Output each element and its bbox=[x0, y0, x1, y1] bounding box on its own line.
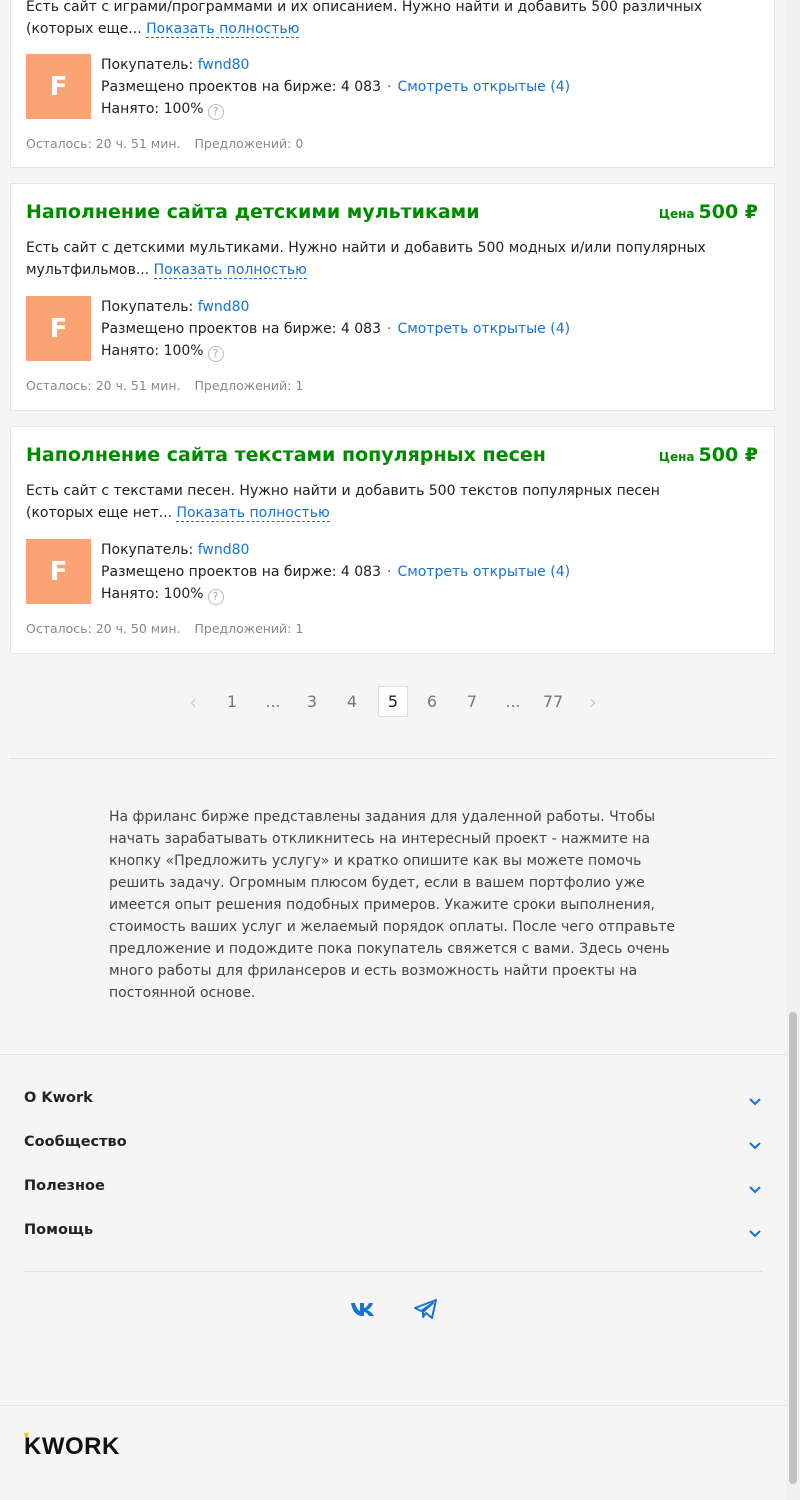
page-link[interactable]: 3 bbox=[297, 686, 327, 717]
project-title[interactable]: Наполнение сайта текстами популярных пес… bbox=[26, 444, 546, 466]
buyer-info: Покупатель: fwnd80 Размещено проектов на… bbox=[101, 542, 571, 605]
placed-projects: Размещено проектов на бирже: 4 083 bbox=[101, 321, 381, 337]
offers-count: Предложений: 1 bbox=[194, 621, 304, 636]
footer-divider bbox=[0, 1405, 786, 1406]
divider bbox=[24, 1271, 762, 1272]
page-ellipsis: ... bbox=[265, 692, 281, 711]
show-more-link[interactable]: Показать полностью bbox=[146, 21, 300, 38]
page-link[interactable]: 4 bbox=[337, 686, 367, 717]
prev-page-icon[interactable]: ‹ bbox=[178, 686, 208, 717]
project-description: Есть сайт с текстами песен. Нужно найти … bbox=[26, 483, 660, 522]
telegram-icon[interactable] bbox=[413, 1297, 439, 1321]
logo-text: KWORK bbox=[24, 1433, 120, 1459]
time-remaining: Осталось: 20 ч. 51 мин. bbox=[26, 136, 181, 151]
time-remaining: Осталось: 20 ч. 51 мин. bbox=[26, 378, 181, 393]
chevron-down-icon bbox=[749, 1186, 761, 1194]
offers-count: Предложений: 0 bbox=[194, 136, 304, 151]
project-description: Есть сайт с играми/программами и их опис… bbox=[26, 0, 703, 38]
page: Есть сайт с играми/программами и их опис… bbox=[0, 0, 786, 1500]
page-ellipsis: ... bbox=[505, 692, 521, 711]
project-meta: Осталось: 20 ч. 51 мин. Предложений: 1 bbox=[26, 378, 303, 393]
project-card: Есть сайт с играми/программами и их опис… bbox=[10, 0, 775, 168]
page-link[interactable]: 77 bbox=[538, 686, 568, 717]
footer-section-label: О Kwork bbox=[24, 1090, 93, 1106]
footer-section-label: Полезное bbox=[24, 1178, 105, 1194]
price-label: Цена bbox=[658, 450, 695, 464]
project-card: Наполнение сайта текстами популярных пес… bbox=[10, 426, 775, 654]
time-remaining: Осталось: 20 ч. 50 мин. bbox=[26, 621, 181, 636]
kwork-logo[interactable]: KWORK bbox=[24, 1431, 136, 1459]
footer-section-help[interactable]: Помощь bbox=[24, 1222, 762, 1244]
page-link[interactable]: 6 bbox=[417, 686, 447, 717]
divider bbox=[10, 758, 775, 759]
project-price: Цена 500 ₽ bbox=[659, 444, 758, 466]
buyer-info: Покупатель: fwnd80 Размещено проектов на… bbox=[101, 299, 571, 362]
chevron-down-icon bbox=[749, 1142, 761, 1150]
placed-projects: Размещено проектов на бирже: 4 083 bbox=[101, 564, 381, 580]
next-page-icon[interactable]: › bbox=[578, 686, 608, 717]
project-meta: Осталось: 20 ч. 51 мин. Предложений: 0 bbox=[26, 136, 303, 151]
buyer-link[interactable]: fwnd80 bbox=[198, 542, 250, 558]
project-meta: Осталось: 20 ч. 50 мин. Предложений: 1 bbox=[26, 621, 303, 636]
price-label: Цена bbox=[658, 207, 695, 221]
project-price: Цена 500 ₽ bbox=[659, 201, 758, 223]
footer-section-label: Сообщество bbox=[24, 1134, 127, 1150]
question-icon[interactable]: ? bbox=[207, 346, 224, 362]
open-projects-link[interactable]: Смотреть открытые (4) bbox=[397, 79, 570, 95]
show-more-link[interactable]: Показать полностью bbox=[153, 262, 307, 279]
footer-divider bbox=[0, 1054, 786, 1055]
open-projects-link[interactable]: Смотреть открытые (4) bbox=[397, 321, 570, 337]
placed-projects: Размещено проектов на бирже: 4 083 bbox=[101, 79, 381, 95]
pagination: ‹ 1 ... 3 4 5 6 7 ... 77 › bbox=[0, 686, 786, 718]
hired-percent: Нанято: 100% bbox=[101, 586, 204, 602]
buyer-link[interactable]: fwnd80 bbox=[198, 299, 250, 315]
question-icon[interactable]: ? bbox=[207, 589, 224, 605]
hired-percent: Нанято: 100% bbox=[101, 101, 204, 117]
offers-count: Предложений: 1 bbox=[194, 378, 304, 393]
seo-text: На фриланс бирже представлены задания дл… bbox=[109, 809, 675, 1001]
avatar[interactable]: F bbox=[26, 54, 91, 119]
footer-section-label: Помощь bbox=[24, 1222, 94, 1238]
buyer-label: Покупатель: bbox=[101, 542, 194, 558]
buyer-label: Покупатель: bbox=[101, 299, 194, 315]
project-card: Наполнение сайта детскими мультиками Цен… bbox=[10, 183, 775, 411]
avatar[interactable]: F bbox=[26, 296, 91, 361]
page-link[interactable]: 7 bbox=[457, 686, 487, 717]
chevron-down-icon bbox=[749, 1230, 761, 1238]
hired-percent: Нанято: 100% bbox=[101, 343, 204, 359]
footer-section-about[interactable]: О Kwork bbox=[24, 1090, 762, 1112]
question-icon[interactable]: ? bbox=[207, 104, 224, 120]
avatar[interactable]: F bbox=[26, 539, 91, 604]
buyer-label: Покупатель: bbox=[101, 57, 194, 73]
vk-icon[interactable] bbox=[349, 1297, 375, 1321]
chevron-down-icon bbox=[749, 1098, 761, 1106]
scrollbar-thumb[interactable] bbox=[789, 1012, 797, 1484]
footer-section-community[interactable]: Сообщество bbox=[24, 1134, 762, 1156]
buyer-link[interactable]: fwnd80 bbox=[198, 57, 250, 73]
price-value: 500 ₽ bbox=[698, 444, 759, 466]
buyer-info: Покупатель: fwnd80 Размещено проектов на… bbox=[101, 57, 571, 120]
project-title[interactable]: Наполнение сайта детскими мультиками bbox=[26, 201, 480, 223]
footer-section-useful[interactable]: Полезное bbox=[24, 1178, 762, 1200]
open-projects-link[interactable]: Смотреть открытые (4) bbox=[397, 564, 570, 580]
show-more-link[interactable]: Показать полностью bbox=[176, 505, 330, 522]
page-current[interactable]: 5 bbox=[378, 686, 408, 717]
price-value: 500 ₽ bbox=[698, 201, 759, 223]
scrollbar[interactable] bbox=[786, 0, 800, 1500]
project-description: Есть сайт с детскими мультиками. Нужно н… bbox=[26, 240, 706, 279]
page-link[interactable]: 1 bbox=[217, 686, 247, 717]
